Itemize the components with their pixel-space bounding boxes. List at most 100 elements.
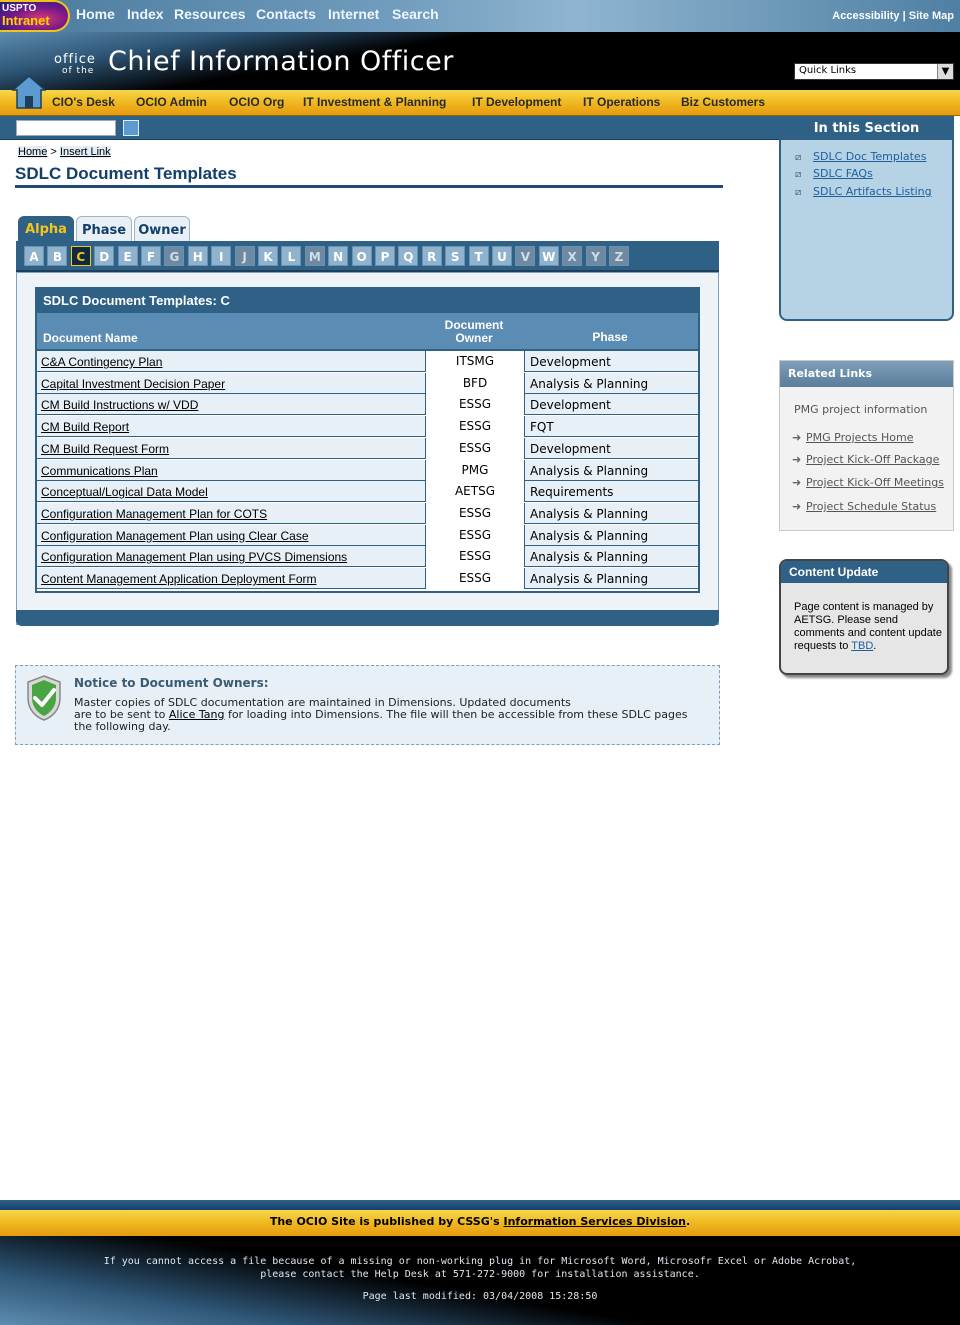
letter-u-button[interactable]: U: [492, 246, 512, 266]
related-link-kickoff-package[interactable]: ➜ Project Kick-Off Package: [792, 453, 939, 466]
letter-l-button[interactable]: L: [281, 246, 302, 266]
notice-line3: the following day.: [74, 720, 171, 733]
topnav-index[interactable]: Index: [127, 6, 164, 22]
rail-link-label: SDLC Doc Templates: [813, 150, 927, 163]
letter-k-button[interactable]: K: [258, 246, 278, 266]
document-name-link[interactable]: C&A Contingency Plan: [41, 355, 162, 369]
table-row: C&A Contingency Plan ITSMG Development: [37, 351, 698, 372]
site-banner: office of the Chief Information Officer …: [0, 32, 960, 90]
letter-f-button[interactable]: F: [141, 246, 161, 266]
tbd-link[interactable]: TBD: [851, 640, 873, 652]
document-name-link[interactable]: CM Build Report: [41, 420, 129, 434]
letter-x-button[interactable]: X: [562, 246, 583, 266]
letter-e-button[interactable]: E: [117, 246, 138, 266]
footer-note: If you cannot access a file because of a…: [0, 1255, 960, 1281]
letter-a-button[interactable]: A: [24, 246, 44, 266]
document-owner-cell: ESSG: [425, 416, 525, 438]
mainnav-it-operations[interactable]: IT Operations: [583, 95, 660, 109]
letter-d-button[interactable]: D: [94, 246, 115, 266]
related-link-label: Project Kick-Off Package: [806, 453, 940, 466]
related-link-kickoff-meetings[interactable]: ➜ Project Kick-Off Meetings: [792, 476, 944, 489]
topnav-contacts[interactable]: Contacts: [256, 6, 316, 22]
mainnav-ocio-org[interactable]: OCIO Org: [229, 95, 284, 109]
document-owner-cell: ESSG: [425, 524, 525, 546]
rail-link-sdlc-faqs[interactable]: ⧄ SDLC FAQs: [795, 167, 873, 180]
document-name-link[interactable]: CM Build Request Form: [41, 442, 169, 456]
letter-p-button[interactable]: P: [375, 246, 395, 266]
document-name-link[interactable]: Content Management Application Deploymen…: [41, 572, 316, 586]
letter-g-button[interactable]: G: [164, 246, 185, 266]
notice-title: Notice to Document Owners:: [74, 676, 269, 690]
arrow-right-icon: ➜: [792, 500, 802, 513]
document-owner-cell: ESSG: [425, 394, 525, 416]
document-name-link[interactable]: Configuration Management Plan using Clea…: [41, 529, 309, 543]
document-owner-cell: ESSG: [425, 568, 525, 589]
topnav-resources[interactable]: Resources: [174, 6, 246, 22]
mainnav-ocio-admin[interactable]: OCIO Admin: [136, 95, 207, 109]
letter-z-button[interactable]: Z: [609, 246, 629, 266]
in-this-section-panel: In this Section ⧄ SDLC Doc Templates ⧄ SDL…: [779, 116, 954, 321]
letter-s-button[interactable]: S: [445, 246, 466, 266]
uspto-intranet-logo[interactable]: USPTO Intranet: [0, 0, 70, 32]
rail-link-sdlc-artifacts[interactable]: ⧄ SDLC Artifacts Listing: [795, 185, 932, 198]
document-name-link[interactable]: Conceptual/Logical Data Model: [41, 485, 208, 499]
letter-q-button[interactable]: Q: [398, 246, 419, 266]
quick-links-select[interactable]: Quick Links ▼: [794, 63, 954, 80]
document-owner-cell: ESSG: [425, 546, 525, 568]
notice-line2b: for loading into Dimensions. The file wi…: [227, 708, 688, 721]
letter-i-button[interactable]: I: [211, 246, 232, 266]
letter-t-button[interactable]: T: [468, 246, 489, 266]
letter-m-button[interactable]: M: [304, 246, 325, 266]
related-link-pmg-projects-home[interactable]: ➜ PMG Projects Home: [792, 431, 914, 444]
accessibility-link[interactable]: Accessibility: [832, 10, 899, 22]
letter-v-button[interactable]: V: [515, 246, 536, 266]
letter-o-button[interactable]: O: [351, 246, 372, 266]
breadcrumb-home[interactable]: Home: [18, 146, 48, 158]
document-owner-cell: BFD: [425, 372, 525, 394]
document-name-link[interactable]: Capital Investment Decision Paper: [41, 377, 225, 391]
letter-w-button[interactable]: W: [538, 246, 559, 266]
letter-y-button[interactable]: Y: [585, 246, 606, 266]
tab-owner[interactable]: Owner: [134, 216, 190, 241]
header-owner-line1: Document: [444, 318, 504, 332]
mainnav-biz-customers[interactable]: Biz Customers: [681, 95, 765, 109]
letter-n-button[interactable]: N: [328, 246, 349, 266]
breadcrumb: Home > Insert Link: [18, 146, 111, 158]
letter-j-button[interactable]: J: [234, 246, 255, 266]
sitemap-link[interactable]: Site Map: [909, 10, 954, 22]
information-services-link[interactable]: Information Services Division: [504, 1215, 686, 1228]
document-name-link[interactable]: CM Build Instructions w/ VDD: [41, 398, 198, 412]
mainnav-it-investment[interactable]: IT Investment & Planning: [303, 95, 446, 109]
breadcrumb-current[interactable]: Insert Link: [59, 146, 111, 158]
table-row: Configuration Management Plan for COTS ES…: [37, 502, 698, 524]
letter-h-button[interactable]: H: [187, 246, 208, 266]
mainnav-cios-desk[interactable]: CIO's Desk: [52, 95, 115, 109]
pushpin-icon: ⧄: [795, 187, 802, 198]
document-name-link[interactable]: Configuration Management Plan using PVCS…: [41, 550, 347, 564]
phase-cell: Analysis & Planning: [530, 506, 649, 521]
footer-note-line2: please contact the Help Desk at 571-272-…: [260, 1269, 700, 1280]
table-row: CM Build Instructions w/ VDD ESSG Developm…: [37, 394, 698, 416]
chevron-down-icon[interactable]: ▼: [937, 64, 953, 79]
topnav-home[interactable]: Home: [76, 6, 115, 22]
arrow-right-icon: ➜: [792, 453, 802, 466]
topnav-internet[interactable]: Internet: [328, 6, 379, 22]
letter-r-button[interactable]: R: [421, 246, 442, 266]
related-link-schedule-status[interactable]: ➜ Project Schedule Status: [792, 500, 936, 513]
search-input[interactable]: [16, 120, 116, 136]
document-table: SDLC Document Templates: C Document Name…: [35, 287, 700, 593]
document-name-link[interactable]: Configuration Management Plan for COTS: [41, 507, 267, 521]
letter-b-button[interactable]: B: [47, 246, 68, 266]
tab-alpha[interactable]: Alpha: [18, 216, 74, 241]
letter-c-button[interactable]: C: [70, 246, 91, 266]
search-go-icon[interactable]: [123, 120, 139, 136]
document-name-link[interactable]: Communications Plan: [41, 464, 158, 478]
content-update-end: .: [873, 640, 877, 652]
alice-tang-link[interactable]: Alice Tang: [169, 708, 225, 721]
header-phase: Phase: [592, 330, 628, 344]
tab-phase[interactable]: Phase: [76, 216, 132, 241]
rail-link-sdlc-doc-templates[interactable]: ⧄ SDLC Doc Templates: [795, 150, 926, 163]
mainnav-it-development[interactable]: IT Development: [472, 95, 561, 109]
topnav-search[interactable]: Search: [392, 6, 439, 22]
home-icon[interactable]: [12, 74, 46, 110]
